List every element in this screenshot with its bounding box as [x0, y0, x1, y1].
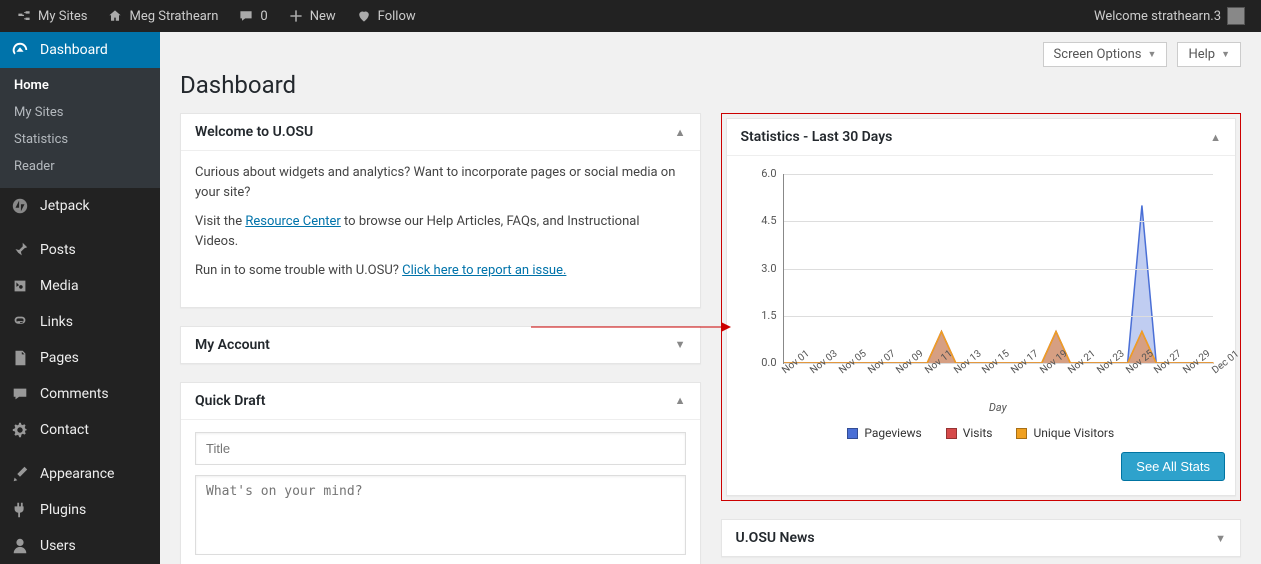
sidebar-item-label: Users — [40, 538, 76, 554]
sidebar-item-label: Dashboard — [40, 42, 108, 58]
comment-icon — [10, 384, 30, 404]
sidebar-item-label: Comments — [40, 386, 109, 402]
toolbar-new-label: New — [310, 9, 336, 24]
screen-options-button[interactable]: Screen Options▼ — [1043, 42, 1168, 67]
welcome-text: Welcome strathearn.3 — [1094, 9, 1221, 24]
quick-draft-widget: Quick Draft ▲ Save Draft — [180, 382, 701, 564]
plus-icon — [288, 8, 304, 24]
sidebar-item-pages[interactable]: Pages — [0, 340, 160, 376]
news-widget: U.OSU News ▼ — [721, 519, 1242, 557]
toolbar-my-sites-label: My Sites — [38, 9, 87, 24]
statistics-title: Statistics - Last 30 Days — [741, 129, 893, 145]
sidebar-sub-statistics[interactable]: Statistics — [0, 126, 160, 153]
help-button[interactable]: Help▼ — [1177, 42, 1241, 67]
statistics-header[interactable]: Statistics - Last 30 Days ▲ — [727, 119, 1236, 156]
sidebar-item-label: Appearance — [40, 466, 114, 482]
toolbar-site-name[interactable]: Meg Strathearn — [99, 0, 226, 32]
news-title: U.OSU News — [736, 530, 815, 546]
sidebar-item-media[interactable]: Media — [0, 268, 160, 304]
chevron-up-icon[interactable]: ▲ — [675, 394, 686, 407]
sidebar-item-label: Media — [40, 278, 79, 294]
resource-center-link[interactable]: Resource Center — [245, 214, 341, 229]
quick-draft-header[interactable]: Quick Draft ▲ — [181, 383, 700, 420]
highlight-box: Statistics - Last 30 Days ▲ 0.01.53.04.5… — [721, 113, 1242, 501]
legend-visits: Visits — [946, 424, 993, 442]
toolbar-my-sites[interactable]: My Sites — [8, 0, 95, 32]
sidebar-item-comments[interactable]: Comments — [0, 376, 160, 412]
x-axis-label: Day — [783, 400, 1214, 417]
sidebar-item-label: Posts — [40, 242, 76, 258]
sidebar-item-label: Contact — [40, 422, 89, 438]
toolbar-comments-count: 0 — [260, 9, 267, 24]
sidebar-item-posts[interactable]: Posts — [0, 232, 160, 268]
brush-icon — [10, 464, 30, 484]
home-icon — [107, 8, 123, 24]
toolbar-new[interactable]: New — [280, 0, 344, 32]
draft-content-input[interactable] — [195, 475, 686, 555]
toolbar-follow-label: Follow — [378, 9, 416, 24]
dashboard-icon — [10, 40, 30, 60]
chevron-up-icon[interactable]: ▲ — [675, 126, 686, 139]
page-title: Dashboard — [180, 71, 1241, 99]
sidebar-sub-mysites[interactable]: My Sites — [0, 99, 160, 126]
welcome-title: Welcome to U.OSU — [195, 124, 313, 140]
welcome-p3: Run in to some trouble with U.OSU? Click… — [195, 261, 686, 281]
chevron-up-icon[interactable]: ▲ — [1210, 131, 1221, 144]
page-icon — [10, 348, 30, 368]
statistics-chart: 0.01.53.04.56.0 Nov 01Nov 03Nov 05Nov 07… — [737, 164, 1226, 404]
jetpack-icon — [10, 196, 30, 216]
toolbar-comments[interactable]: 0 — [230, 0, 275, 32]
chevron-down-icon: ▼ — [1221, 49, 1230, 60]
draft-title-input[interactable] — [195, 432, 686, 465]
toolbar-site-label: Meg Strathearn — [129, 9, 218, 24]
sidebar-item-label: Pages — [40, 350, 79, 366]
sidebar-item-plugins[interactable]: Plugins — [0, 492, 160, 528]
news-header[interactable]: U.OSU News ▼ — [722, 520, 1241, 556]
highlight-arrow — [531, 321, 731, 331]
welcome-p2: Visit the Resource Center to browse our … — [195, 212, 686, 251]
welcome-p1: Curious about widgets and analytics? Wan… — [195, 163, 686, 202]
heart-icon — [356, 8, 372, 24]
comment-icon — [238, 8, 254, 24]
sidebar-item-links[interactable]: Links — [0, 304, 160, 340]
plug-icon — [10, 500, 30, 520]
pin-icon — [10, 240, 30, 260]
main-content: Screen Options▼ Help▼ Dashboard Welcome … — [160, 32, 1261, 564]
sidebar-item-contact[interactable]: Contact — [0, 412, 160, 448]
network-icon — [16, 8, 32, 24]
sidebar-item-label: Plugins — [40, 502, 86, 518]
report-issue-link[interactable]: Click here to report an issue. — [402, 263, 566, 278]
sidebar-sub-reader[interactable]: Reader — [0, 153, 160, 180]
my-account-title: My Account — [195, 337, 270, 353]
sidebar-item-label: Links — [40, 314, 73, 330]
chevron-down-icon: ▼ — [1148, 49, 1157, 60]
gear-icon — [10, 420, 30, 440]
statistics-widget: Statistics - Last 30 Days ▲ 0.01.53.04.5… — [726, 118, 1237, 496]
sidebar-item-appearance[interactable]: Appearance — [0, 456, 160, 492]
admin-toolbar: My Sites Meg Strathearn 0 New Follow Wel… — [0, 0, 1261, 32]
link-icon — [10, 312, 30, 332]
chevron-down-icon[interactable]: ▼ — [1215, 532, 1226, 545]
welcome-widget: Welcome to U.OSU ▲ Curious about widgets… — [180, 113, 701, 308]
sidebar-submenu: Home My Sites Statistics Reader — [0, 68, 160, 188]
chevron-down-icon[interactable]: ▼ — [675, 338, 686, 351]
toolbar-account[interactable]: Welcome strathearn.3 — [1086, 0, 1253, 32]
welcome-widget-header[interactable]: Welcome to U.OSU ▲ — [181, 114, 700, 151]
media-icon — [10, 276, 30, 296]
sidebar-item-dashboard[interactable]: Dashboard — [0, 32, 160, 68]
legend-pageviews: Pageviews — [847, 424, 921, 442]
admin-sidebar: Dashboard Home My Sites Statistics Reade… — [0, 32, 160, 564]
sidebar-item-label: Jetpack — [40, 198, 90, 214]
see-all-stats-button[interactable]: See All Stats — [1121, 452, 1225, 481]
quick-draft-title: Quick Draft — [195, 393, 265, 409]
user-icon — [10, 536, 30, 556]
toolbar-follow[interactable]: Follow — [348, 0, 424, 32]
legend-unique: Unique Visitors — [1016, 424, 1114, 442]
sidebar-item-users[interactable]: Users — [0, 528, 160, 564]
chart-legend: Pageviews Visits Unique Visitors — [737, 424, 1226, 442]
avatar — [1227, 7, 1245, 25]
sidebar-sub-home[interactable]: Home — [0, 72, 160, 99]
sidebar-item-jetpack[interactable]: Jetpack — [0, 188, 160, 224]
